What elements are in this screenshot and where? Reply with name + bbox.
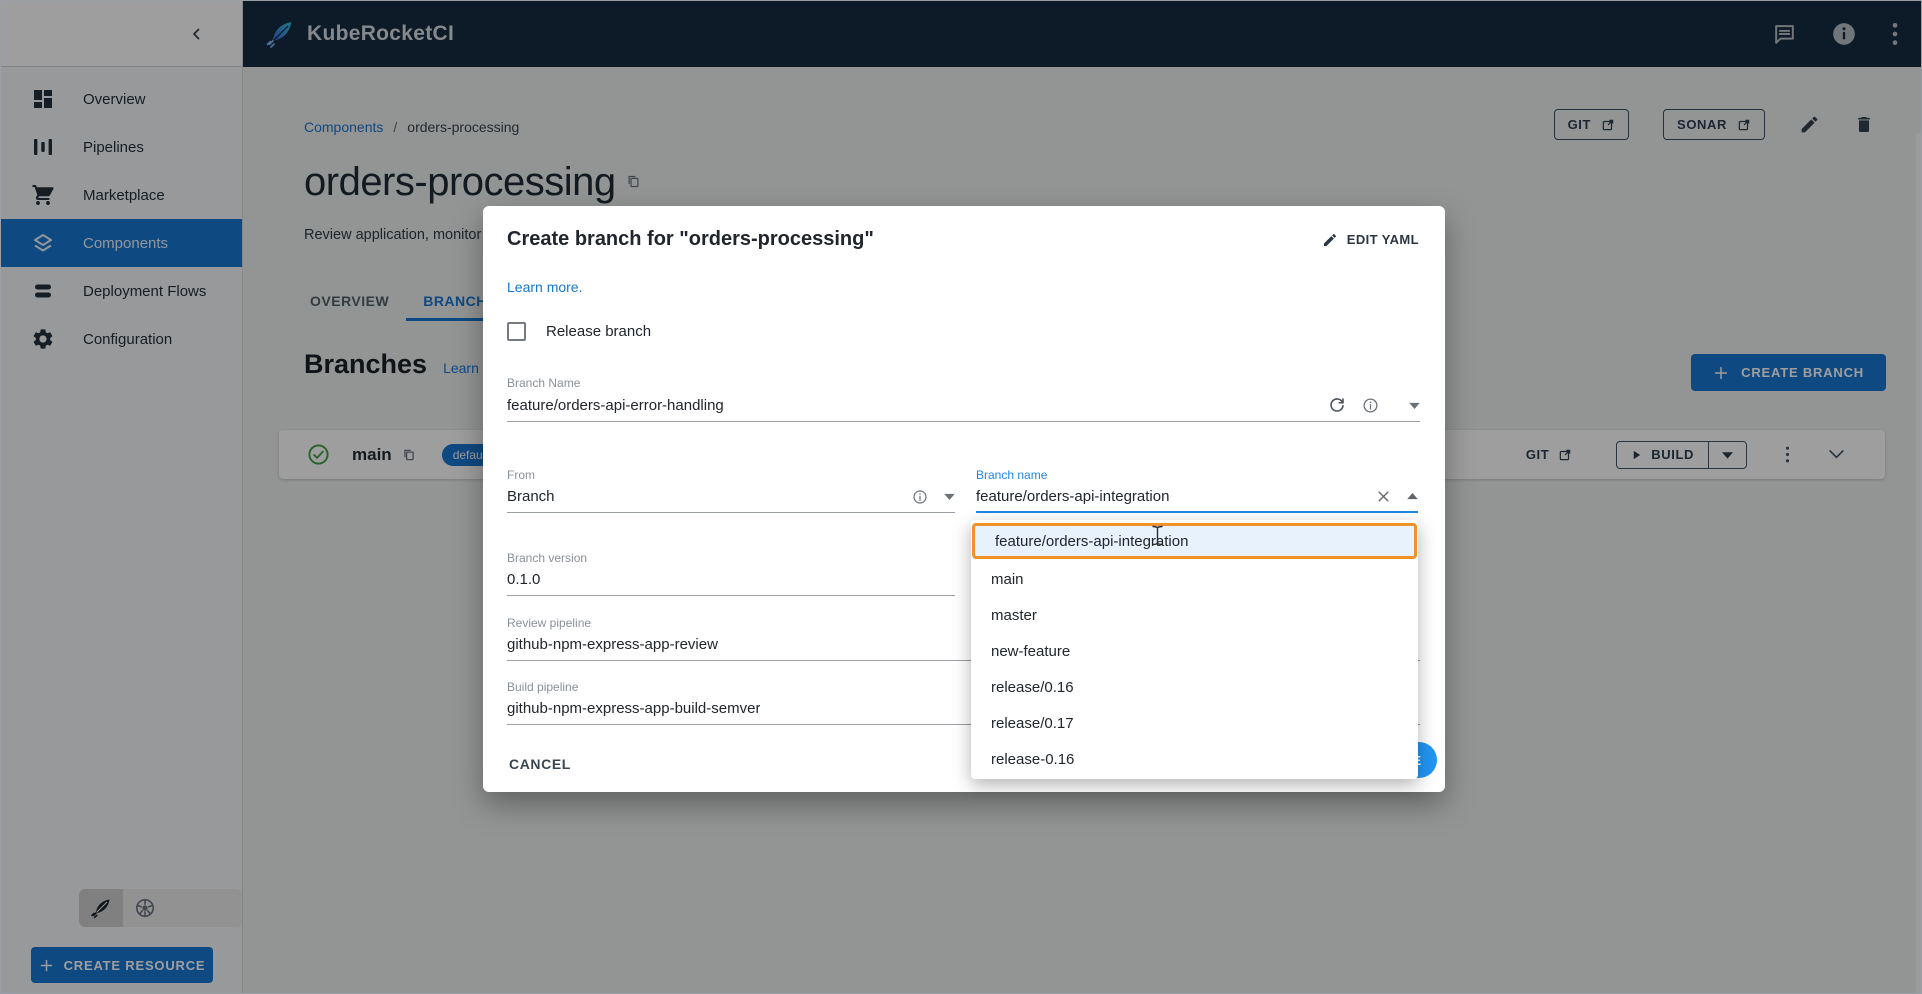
regenerate-button[interactable] — [1328, 396, 1346, 414]
dropdown-option[interactable]: feature/orders-api-integration — [972, 523, 1417, 559]
branch-version-input[interactable]: 0.1.0 — [507, 571, 955, 596]
branch-name-field: Branch Name feature/orders-api-error-han… — [507, 376, 1420, 422]
dropdown-option[interactable]: release-0.16 — [971, 741, 1418, 777]
edit-yaml-label: EDIT YAML — [1347, 232, 1419, 247]
branch-version-label: Branch version — [507, 551, 955, 565]
branch-options-dropdown: feature/orders-api-integration main mast… — [971, 520, 1418, 779]
release-branch-label: Release branch — [546, 323, 651, 340]
dropdown-option[interactable]: release/0.17 — [971, 705, 1418, 741]
branch-name-select-label: Branch name — [976, 468, 1418, 482]
clear-selection-button[interactable] — [1376, 489, 1391, 504]
ibeam-cursor — [1151, 525, 1164, 546]
info-outline-icon — [912, 489, 928, 505]
create-branch-dialog: Create branch for "orders-processing" ED… — [483, 206, 1445, 792]
dropdown-option[interactable]: release/0.16 — [971, 669, 1418, 705]
branch-name-select-field: Branch name feature/orders-api-integrati… — [976, 468, 1418, 513]
branch-name-caret-button[interactable] — [1409, 402, 1420, 409]
branch-name-field-label: Branch Name — [507, 376, 1420, 390]
refresh-icon — [1328, 396, 1346, 414]
collapse-options-button[interactable] — [1407, 493, 1418, 500]
dropdown-option[interactable]: master — [971, 597, 1418, 633]
dialog-title-row: Create branch for "orders-processing" ED… — [507, 228, 1425, 251]
review-pipeline-value: github-npm-express-app-review — [507, 636, 718, 653]
release-branch-row[interactable]: Release branch — [507, 322, 651, 341]
dropdown-option[interactable]: main — [971, 561, 1418, 597]
branch-name-value: feature/orders-api-error-handling — [507, 397, 724, 414]
branch-name-input[interactable]: feature/orders-api-error-handling — [507, 396, 1420, 422]
app-window: Overview Pipelines Marketplace Component… — [0, 0, 1922, 994]
caret-down-icon — [944, 493, 955, 500]
dialog-learn-more-link[interactable]: Learn more. — [507, 279, 582, 295]
dropdown-option[interactable]: new-feature — [971, 633, 1418, 669]
from-select[interactable]: Branch — [507, 488, 955, 513]
from-field: From Branch — [507, 468, 955, 513]
branch-name-select-input[interactable]: feature/orders-api-integration — [976, 488, 1418, 513]
clear-x-icon — [1376, 489, 1391, 504]
release-branch-checkbox[interactable] — [507, 322, 526, 341]
from-value: Branch — [507, 488, 555, 505]
caret-up-icon — [1407, 493, 1418, 500]
edit-yaml-button[interactable]: EDIT YAML — [1316, 231, 1425, 249]
branch-name-select-value: feature/orders-api-integration — [976, 488, 1169, 505]
pencil-icon — [1322, 232, 1338, 248]
info-outline-icon — [1362, 397, 1379, 414]
cancel-button[interactable]: CANCEL — [501, 748, 579, 780]
branch-version-field: Branch version 0.1.0 — [507, 551, 955, 596]
dialog-title: Create branch for "orders-processing" — [507, 228, 874, 251]
build-pipeline-value: github-npm-express-app-build-semver — [507, 700, 760, 717]
from-field-label: From — [507, 468, 955, 482]
branch-version-value: 0.1.0 — [507, 571, 540, 588]
caret-down-icon — [1409, 402, 1420, 409]
